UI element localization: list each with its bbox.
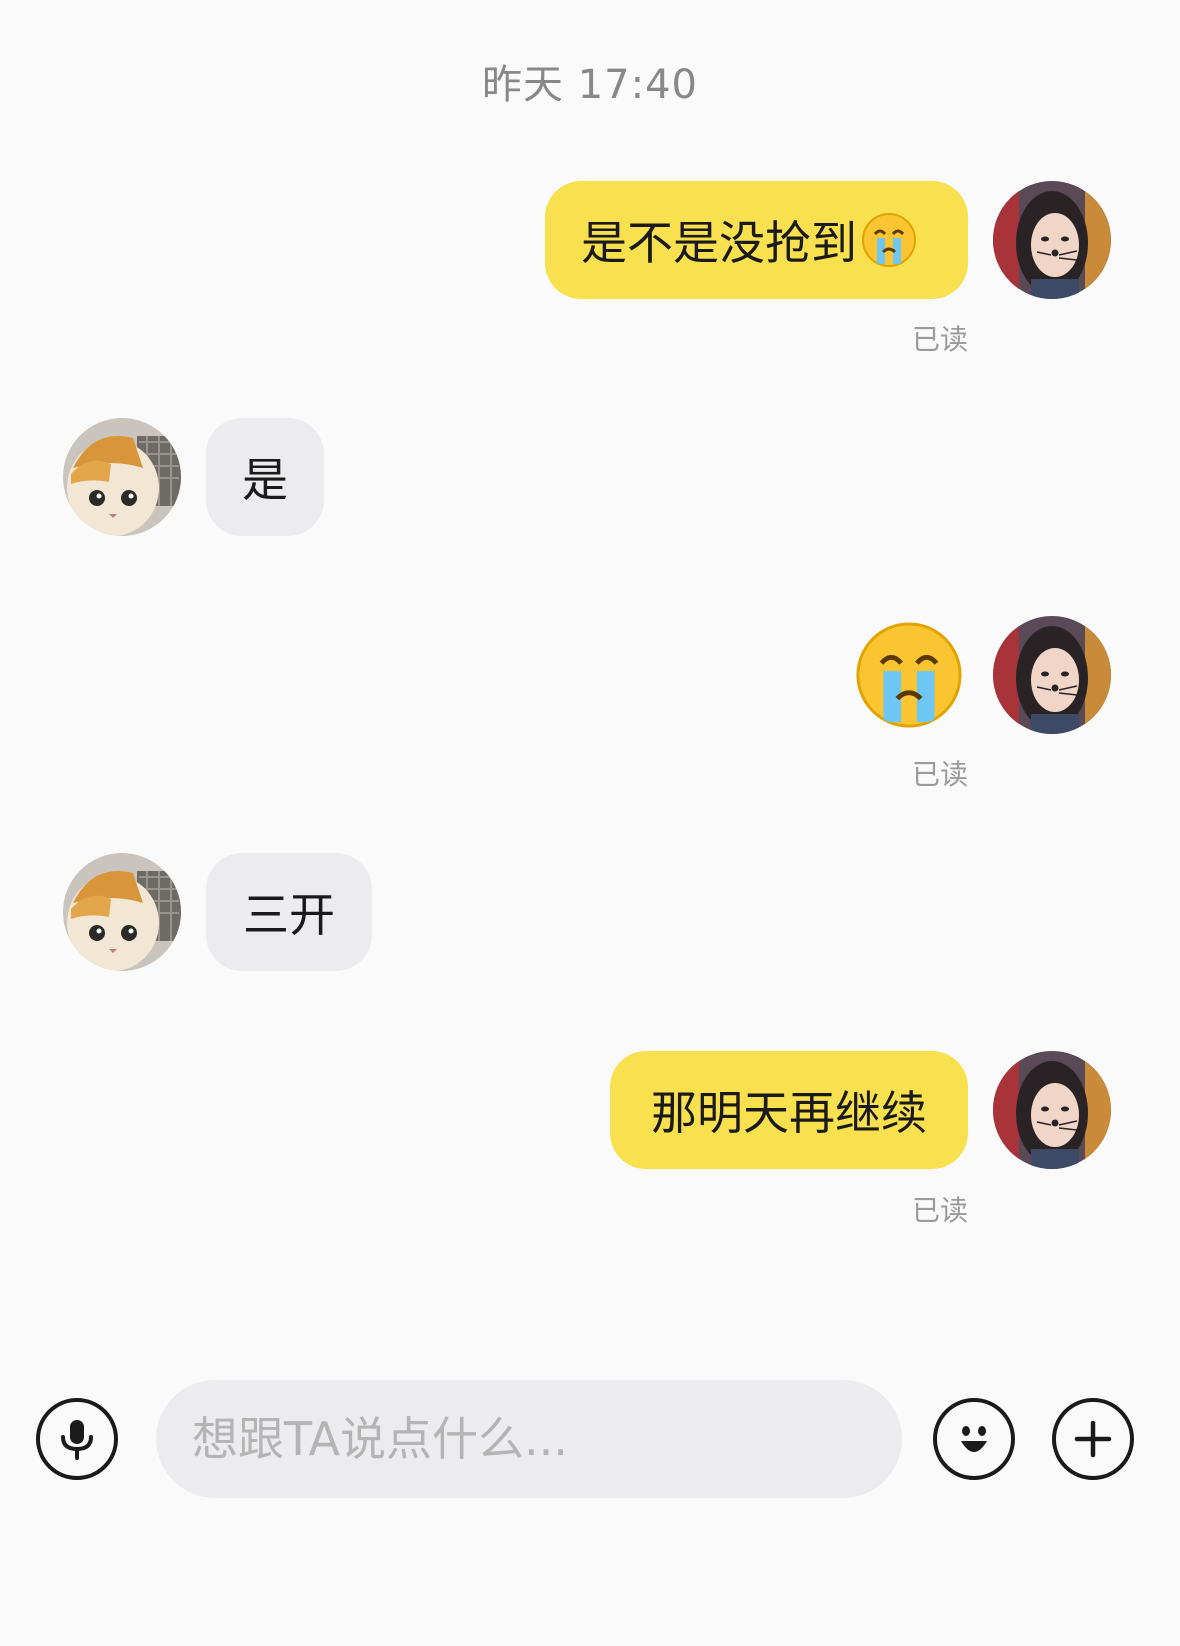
smiley-icon xyxy=(961,1426,987,1452)
message-input[interactable] xyxy=(156,1380,902,1498)
read-status: 已读 xyxy=(911,323,968,356)
my-avatar[interactable] xyxy=(993,181,1111,299)
read-status: 已读 xyxy=(911,1194,968,1227)
message-text: 那明天再继续 xyxy=(651,1086,927,1140)
my-avatar[interactable] xyxy=(993,1051,1111,1169)
contact-message-bubble[interactable]: 三开 xyxy=(206,853,372,971)
my-message-bubble[interactable]: 是不是没抢到 xyxy=(545,181,968,299)
contact-avatar[interactable] xyxy=(63,853,181,971)
crying-face-emoji-icon[interactable] xyxy=(854,620,964,730)
timestamp: 昨天 17:40 xyxy=(482,62,698,108)
crying-face-emoji-icon xyxy=(861,212,917,268)
message-text: 是 xyxy=(242,453,288,507)
chat-history: 昨天 17:40 是不是没抢到 已读 是 已读 三开 那明天再继续 已读 xyxy=(0,0,1180,1320)
microphone-icon xyxy=(61,1420,93,1460)
emoji-button[interactable] xyxy=(933,1398,1015,1480)
contact-avatar[interactable] xyxy=(63,418,181,536)
voice-button[interactable] xyxy=(36,1398,118,1480)
plus-icon xyxy=(1074,1420,1112,1458)
message-input-bar xyxy=(0,1330,1180,1580)
my-avatar[interactable] xyxy=(993,616,1111,734)
contact-message-bubble[interactable]: 是 xyxy=(206,418,324,536)
message-text: 是不是没抢到 xyxy=(581,216,857,270)
message-text: 三开 xyxy=(243,888,335,942)
read-status: 已读 xyxy=(911,758,968,791)
more-button[interactable] xyxy=(1052,1398,1134,1480)
my-message-bubble[interactable]: 那明天再继续 xyxy=(610,1051,968,1169)
